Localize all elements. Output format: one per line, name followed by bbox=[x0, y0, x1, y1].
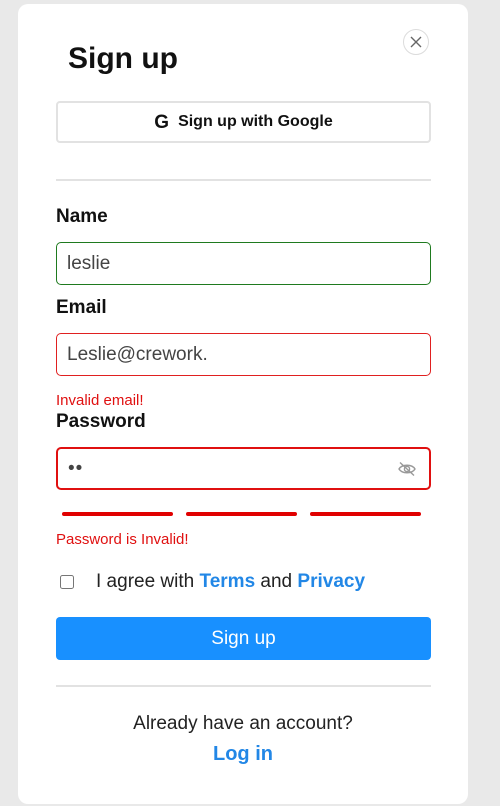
agree-row: I agree with Terms and Privacy bbox=[60, 571, 365, 593]
password-strength-bar-1 bbox=[62, 512, 173, 516]
eye-off-icon[interactable] bbox=[397, 461, 417, 477]
google-icon: G bbox=[154, 111, 170, 133]
email-input[interactable] bbox=[67, 343, 420, 366]
divider-bottom bbox=[56, 685, 431, 687]
password-strength-bar-2 bbox=[186, 512, 297, 516]
password-input[interactable] bbox=[68, 457, 397, 480]
agree-checkbox[interactable] bbox=[60, 575, 74, 589]
signup-button[interactable]: Sign up bbox=[56, 617, 431, 660]
close-button[interactable] bbox=[403, 29, 429, 55]
google-signup-label: Sign up with Google bbox=[178, 113, 333, 130]
signup-modal: Sign up G Sign up with Google Name Email… bbox=[18, 4, 468, 804]
password-field[interactable] bbox=[56, 447, 431, 490]
divider-top bbox=[56, 179, 431, 181]
close-icon bbox=[410, 36, 422, 48]
name-input[interactable] bbox=[67, 252, 420, 275]
name-label: Name bbox=[56, 206, 108, 227]
terms-link[interactable]: Terms bbox=[200, 571, 256, 593]
email-field[interactable] bbox=[56, 333, 431, 376]
modal-title: Sign up bbox=[68, 42, 178, 75]
login-link[interactable]: Log in bbox=[18, 743, 468, 766]
agree-prefix: I agree with bbox=[96, 571, 195, 592]
email-label: Email bbox=[56, 297, 107, 318]
password-error: Password is Invalid! bbox=[56, 531, 189, 548]
name-field[interactable] bbox=[56, 242, 431, 285]
privacy-link[interactable]: Privacy bbox=[297, 571, 365, 593]
login-prompt: Already have an account? bbox=[133, 713, 353, 734]
password-label: Password bbox=[56, 411, 146, 432]
password-strength-bar-3 bbox=[310, 512, 421, 516]
google-signup-button[interactable]: G Sign up with Google bbox=[56, 101, 431, 143]
email-error: Invalid email! bbox=[56, 392, 144, 409]
agree-conjunction: and bbox=[260, 571, 293, 592]
